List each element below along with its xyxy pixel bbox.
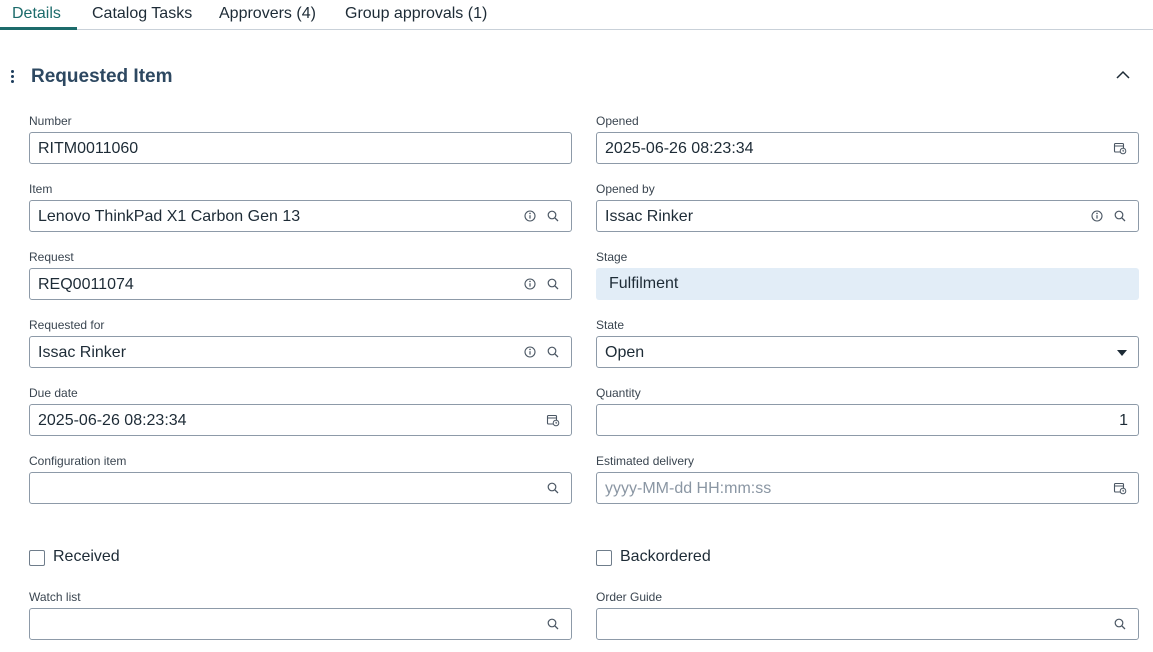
- watch-list-field[interactable]: [29, 608, 572, 640]
- chevron-up-icon[interactable]: [1114, 66, 1132, 84]
- active-tab-indicator: [0, 27, 77, 30]
- opened-value: 2025-06-26 08:23:34: [605, 140, 754, 157]
- number-value: RITM0011060: [38, 140, 139, 157]
- item-value: Lenovo ThinkPad X1 Carbon Gen 13: [38, 208, 301, 225]
- stage-value: Fulfilment: [609, 275, 679, 292]
- state-label: State: [596, 318, 625, 332]
- opened-by-label: Opened by: [596, 182, 655, 196]
- stage-label: Stage: [596, 250, 628, 264]
- due-date-value: 2025-06-26 08:23:34: [38, 412, 187, 429]
- configuration-item-field[interactable]: [29, 472, 572, 504]
- order-guide-field[interactable]: [596, 608, 1139, 640]
- tab-bar: Details Catalog Tasks Approvers (4) Grou…: [0, 0, 1153, 30]
- calendar-icon[interactable]: [1113, 141, 1127, 155]
- received-label: Received: [53, 548, 120, 565]
- info-icon[interactable]: [1090, 209, 1104, 223]
- number-field[interactable]: RITM0011060: [29, 132, 572, 164]
- search-icon[interactable]: [546, 209, 560, 223]
- search-icon[interactable]: [1113, 209, 1127, 223]
- due-date-field[interactable]: 2025-06-26 08:23:34: [29, 404, 572, 436]
- calendar-icon[interactable]: [1113, 481, 1127, 495]
- number-label: Number: [29, 114, 72, 128]
- request-label: Request: [29, 250, 74, 264]
- caret-down-icon[interactable]: [1117, 350, 1127, 356]
- request-field[interactable]: REQ0011074: [29, 268, 572, 300]
- backordered-checkbox[interactable]: [596, 550, 612, 566]
- opened-by-field[interactable]: Issac Rinker: [596, 200, 1139, 232]
- backordered-label: Backordered: [620, 548, 711, 565]
- item-label: Item: [29, 182, 53, 196]
- opened-field[interactable]: 2025-06-26 08:23:34: [596, 132, 1139, 164]
- opened-by-value: Issac Rinker: [605, 208, 694, 225]
- requested-for-field[interactable]: Issac Rinker: [29, 336, 572, 368]
- estimated-delivery-label: Estimated delivery: [596, 454, 695, 468]
- search-icon[interactable]: [546, 345, 560, 359]
- stage-field: Fulfilment: [596, 268, 1139, 300]
- quantity-label: Quantity: [596, 386, 641, 400]
- item-field[interactable]: Lenovo ThinkPad X1 Carbon Gen 13: [29, 200, 572, 232]
- request-value: REQ0011074: [38, 276, 134, 293]
- watch-list-label: Watch list: [29, 590, 81, 604]
- vertical-ellipsis-icon[interactable]: [11, 70, 15, 84]
- opened-label: Opened: [596, 114, 639, 128]
- info-icon[interactable]: [523, 345, 537, 359]
- estimated-delivery-field[interactable]: yyyy-MM-dd HH:mm:ss: [596, 472, 1139, 504]
- info-icon[interactable]: [523, 209, 537, 223]
- requested-for-label: Requested for: [29, 318, 105, 332]
- state-value: Open: [605, 344, 645, 361]
- quantity-field[interactable]: 1: [596, 404, 1139, 436]
- search-icon[interactable]: [1113, 617, 1127, 631]
- tab-catalog-tasks[interactable]: Catalog Tasks: [92, 5, 192, 23]
- search-icon[interactable]: [546, 617, 560, 631]
- search-icon[interactable]: [546, 481, 560, 495]
- tab-details[interactable]: Details: [12, 5, 61, 23]
- info-icon[interactable]: [523, 277, 537, 291]
- section-title: Requested Item: [31, 66, 173, 87]
- search-icon[interactable]: [546, 277, 560, 291]
- quantity-value: 1: [1119, 412, 1128, 429]
- estimated-delivery-placeholder: yyyy-MM-dd HH:mm:ss: [605, 480, 772, 497]
- received-checkbox[interactable]: [29, 550, 45, 566]
- requested-for-value: Issac Rinker: [38, 344, 127, 361]
- configuration-item-label: Configuration item: [29, 454, 127, 468]
- tab-group-approvals[interactable]: Group approvals (1): [345, 5, 487, 23]
- state-select[interactable]: Open: [596, 336, 1139, 368]
- due-date-label: Due date: [29, 386, 78, 400]
- order-guide-label: Order Guide: [596, 590, 663, 604]
- tab-approvers[interactable]: Approvers (4): [219, 5, 316, 23]
- calendar-icon[interactable]: [546, 413, 560, 427]
